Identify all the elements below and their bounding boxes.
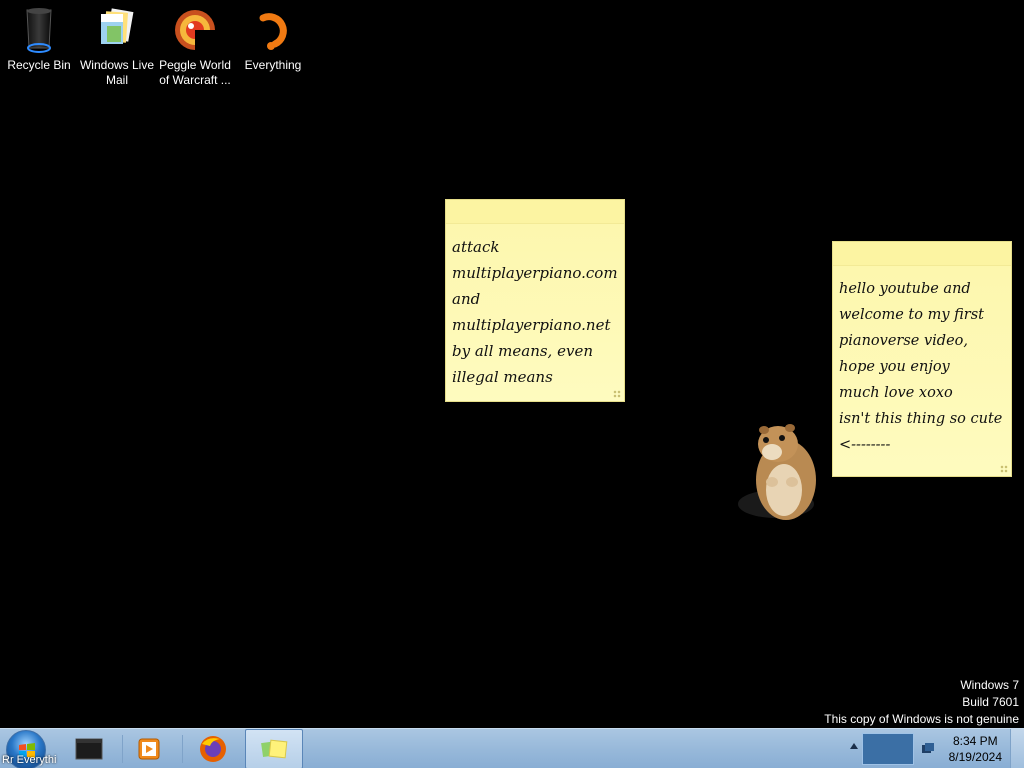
taskbar-button-sticky-notes[interactable] <box>245 729 303 768</box>
note-line: much love xoxo <box>839 385 953 401</box>
desktop-icon-peggle[interactable]: Peggle World of Warcraft ... <box>156 4 234 88</box>
taskbar-button-media-player[interactable] <box>120 729 178 768</box>
note-line: by all means, even <box>452 342 593 360</box>
clock-date: 8/19/2024 <box>948 750 1002 764</box>
sticky-note-text[interactable]: attack multiplayerpiano.com and multipla… <box>446 224 624 390</box>
note-line: attack <box>452 238 500 256</box>
note-line: pianoverse video, <box>839 333 968 349</box>
sticky-note[interactable]: hello youtube and welcome to my first pi… <box>832 241 1012 477</box>
recycle-bin-icon <box>26 8 52 53</box>
network-icon[interactable] <box>920 741 936 757</box>
desktop-icon-label: Peggle World of Warcraft ... <box>159 58 231 87</box>
watermark-genuine-notice: This copy of Windows is not genuine <box>824 712 1019 726</box>
note-line: hello youtube and <box>839 281 971 297</box>
taskbar: Rr Everythi 8:34 PM 8/19/2024 <box>0 728 1024 768</box>
start-overlay-label: Rr Everythi <box>2 754 57 766</box>
terminal-icon <box>75 738 103 760</box>
note-line: hope you enjoy <box>839 359 950 375</box>
sticky-notes-icon <box>261 739 288 759</box>
note-line: and <box>452 290 481 308</box>
note-line: <-------- <box>839 437 891 453</box>
peggle-icon <box>175 10 219 56</box>
note-line: illegal means <box>452 368 553 386</box>
show-hidden-icons-button[interactable] <box>850 743 858 749</box>
watermark-os: Windows 7 <box>960 678 1019 692</box>
resize-grip[interactable] <box>1000 465 1008 473</box>
everything-search-icon <box>259 13 287 50</box>
firefox-icon <box>200 736 226 762</box>
note-line: multiplayerpiano.net <box>452 316 611 334</box>
sticky-note[interactable]: attack multiplayerpiano.com and multipla… <box>445 199 625 402</box>
sticky-note-titlebar[interactable] <box>833 242 1011 266</box>
note-line: isn't this thing so cute <box>839 411 1003 427</box>
desktop-icon-label: Recycle Bin <box>7 58 71 72</box>
desktop-icon-label: Windows Live Mail <box>79 58 155 87</box>
system-clock[interactable]: 8:34 PM 8/19/2024 <box>949 733 1002 765</box>
clock-time: 8:34 PM <box>952 734 998 748</box>
tray-app-icon[interactable] <box>862 733 914 765</box>
watermark-build: Build 7601 <box>962 695 1019 709</box>
windows-live-mail-icon <box>101 8 134 44</box>
taskbar-button-firefox[interactable] <box>184 729 242 768</box>
desktop-icon-recycle-bin[interactable]: Recycle Bin <box>0 4 78 73</box>
show-desktop-button[interactable] <box>1010 729 1024 768</box>
sticky-note-titlebar[interactable] <box>446 200 624 224</box>
taskbar-button-terminal[interactable] <box>60 729 118 768</box>
hamster-pet-icon[interactable] <box>734 418 824 526</box>
windows-watermark: Windows 7 Build 7601 This copy of Window… <box>824 677 1019 728</box>
note-line: welcome to my first <box>839 307 985 323</box>
desktop-icon-label: Everything <box>244 58 302 72</box>
desktop-icon-everything[interactable]: Everything <box>234 4 312 73</box>
desktop-icon-windows-live-mail[interactable]: Windows Live Mail <box>78 4 156 88</box>
sticky-note-text[interactable]: hello youtube and welcome to my first pi… <box>833 266 1011 458</box>
resize-grip[interactable] <box>613 390 621 398</box>
media-player-icon <box>138 738 160 760</box>
note-line: multiplayerpiano.com <box>452 264 618 282</box>
